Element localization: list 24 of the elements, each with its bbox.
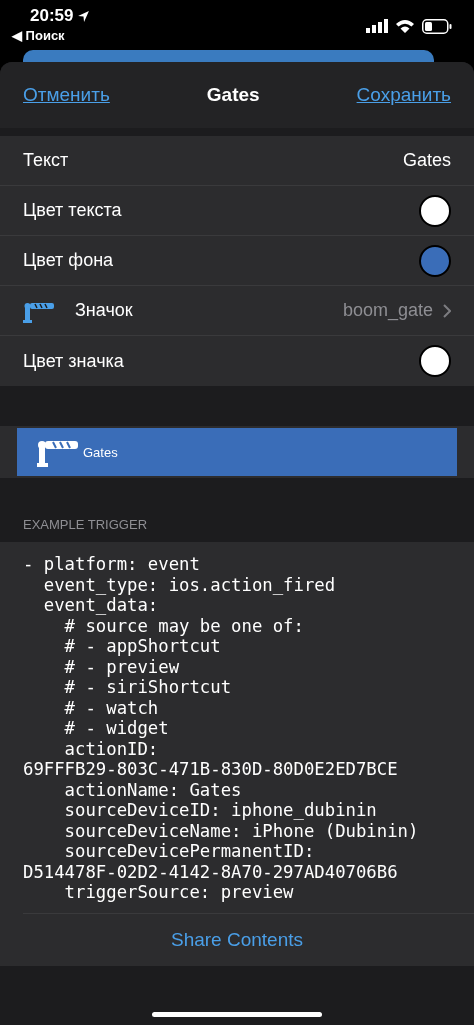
color-swatch[interactable] <box>419 194 451 227</box>
row-label: Цвет фона <box>23 250 114 271</box>
location-arrow-icon <box>77 9 91 23</box>
save-link[interactable]: Сохранить <box>356 84 451 106</box>
row-label: Цвет текста <box>23 200 122 221</box>
back-to-search-link[interactable]: ◀ Поиск <box>12 28 91 43</box>
battery-icon <box>422 18 452 34</box>
sheet-title: Gates <box>206 84 260 106</box>
color-swatch[interactable] <box>419 244 451 277</box>
chevron-right-icon <box>443 303 451 318</box>
row-value: boom_gate <box>342 300 433 321</box>
share-contents-link[interactable]: Share Contents <box>171 928 303 951</box>
row-label: Значок <box>75 300 133 321</box>
example-code: - platform: event event_type: ios.action_fired event_data: # source may be one of: # - appShortcut # - preview # - siriShortcut # - watch # - widget actionID: 69FFFB29-803C-471B-830D-80D0E2ED7BCE actionName: Gates sourceDeviceID: iphone_dubinin sourceDeviceName: iPhone (Dubinin) sourceDevicePermanentID: D514478F-02D2-4142-8A70-297AD40706B6 triggerSource: preview <box>22 553 420 904</box>
action-preview-button[interactable]: Gates <box>17 428 457 476</box>
status-time: 20:59 <box>30 6 74 26</box>
wifi-icon <box>395 19 415 33</box>
row-label: Текст <box>23 150 69 171</box>
signal-icon <box>366 19 388 33</box>
row-value: Gates <box>402 150 451 171</box>
color-swatch[interactable] <box>419 345 451 377</box>
row-label: Цвет значка <box>23 350 124 372</box>
section-heading: EXAMPLE TRIGGER <box>23 517 147 532</box>
cancel-link[interactable]: Отменить <box>23 84 110 106</box>
